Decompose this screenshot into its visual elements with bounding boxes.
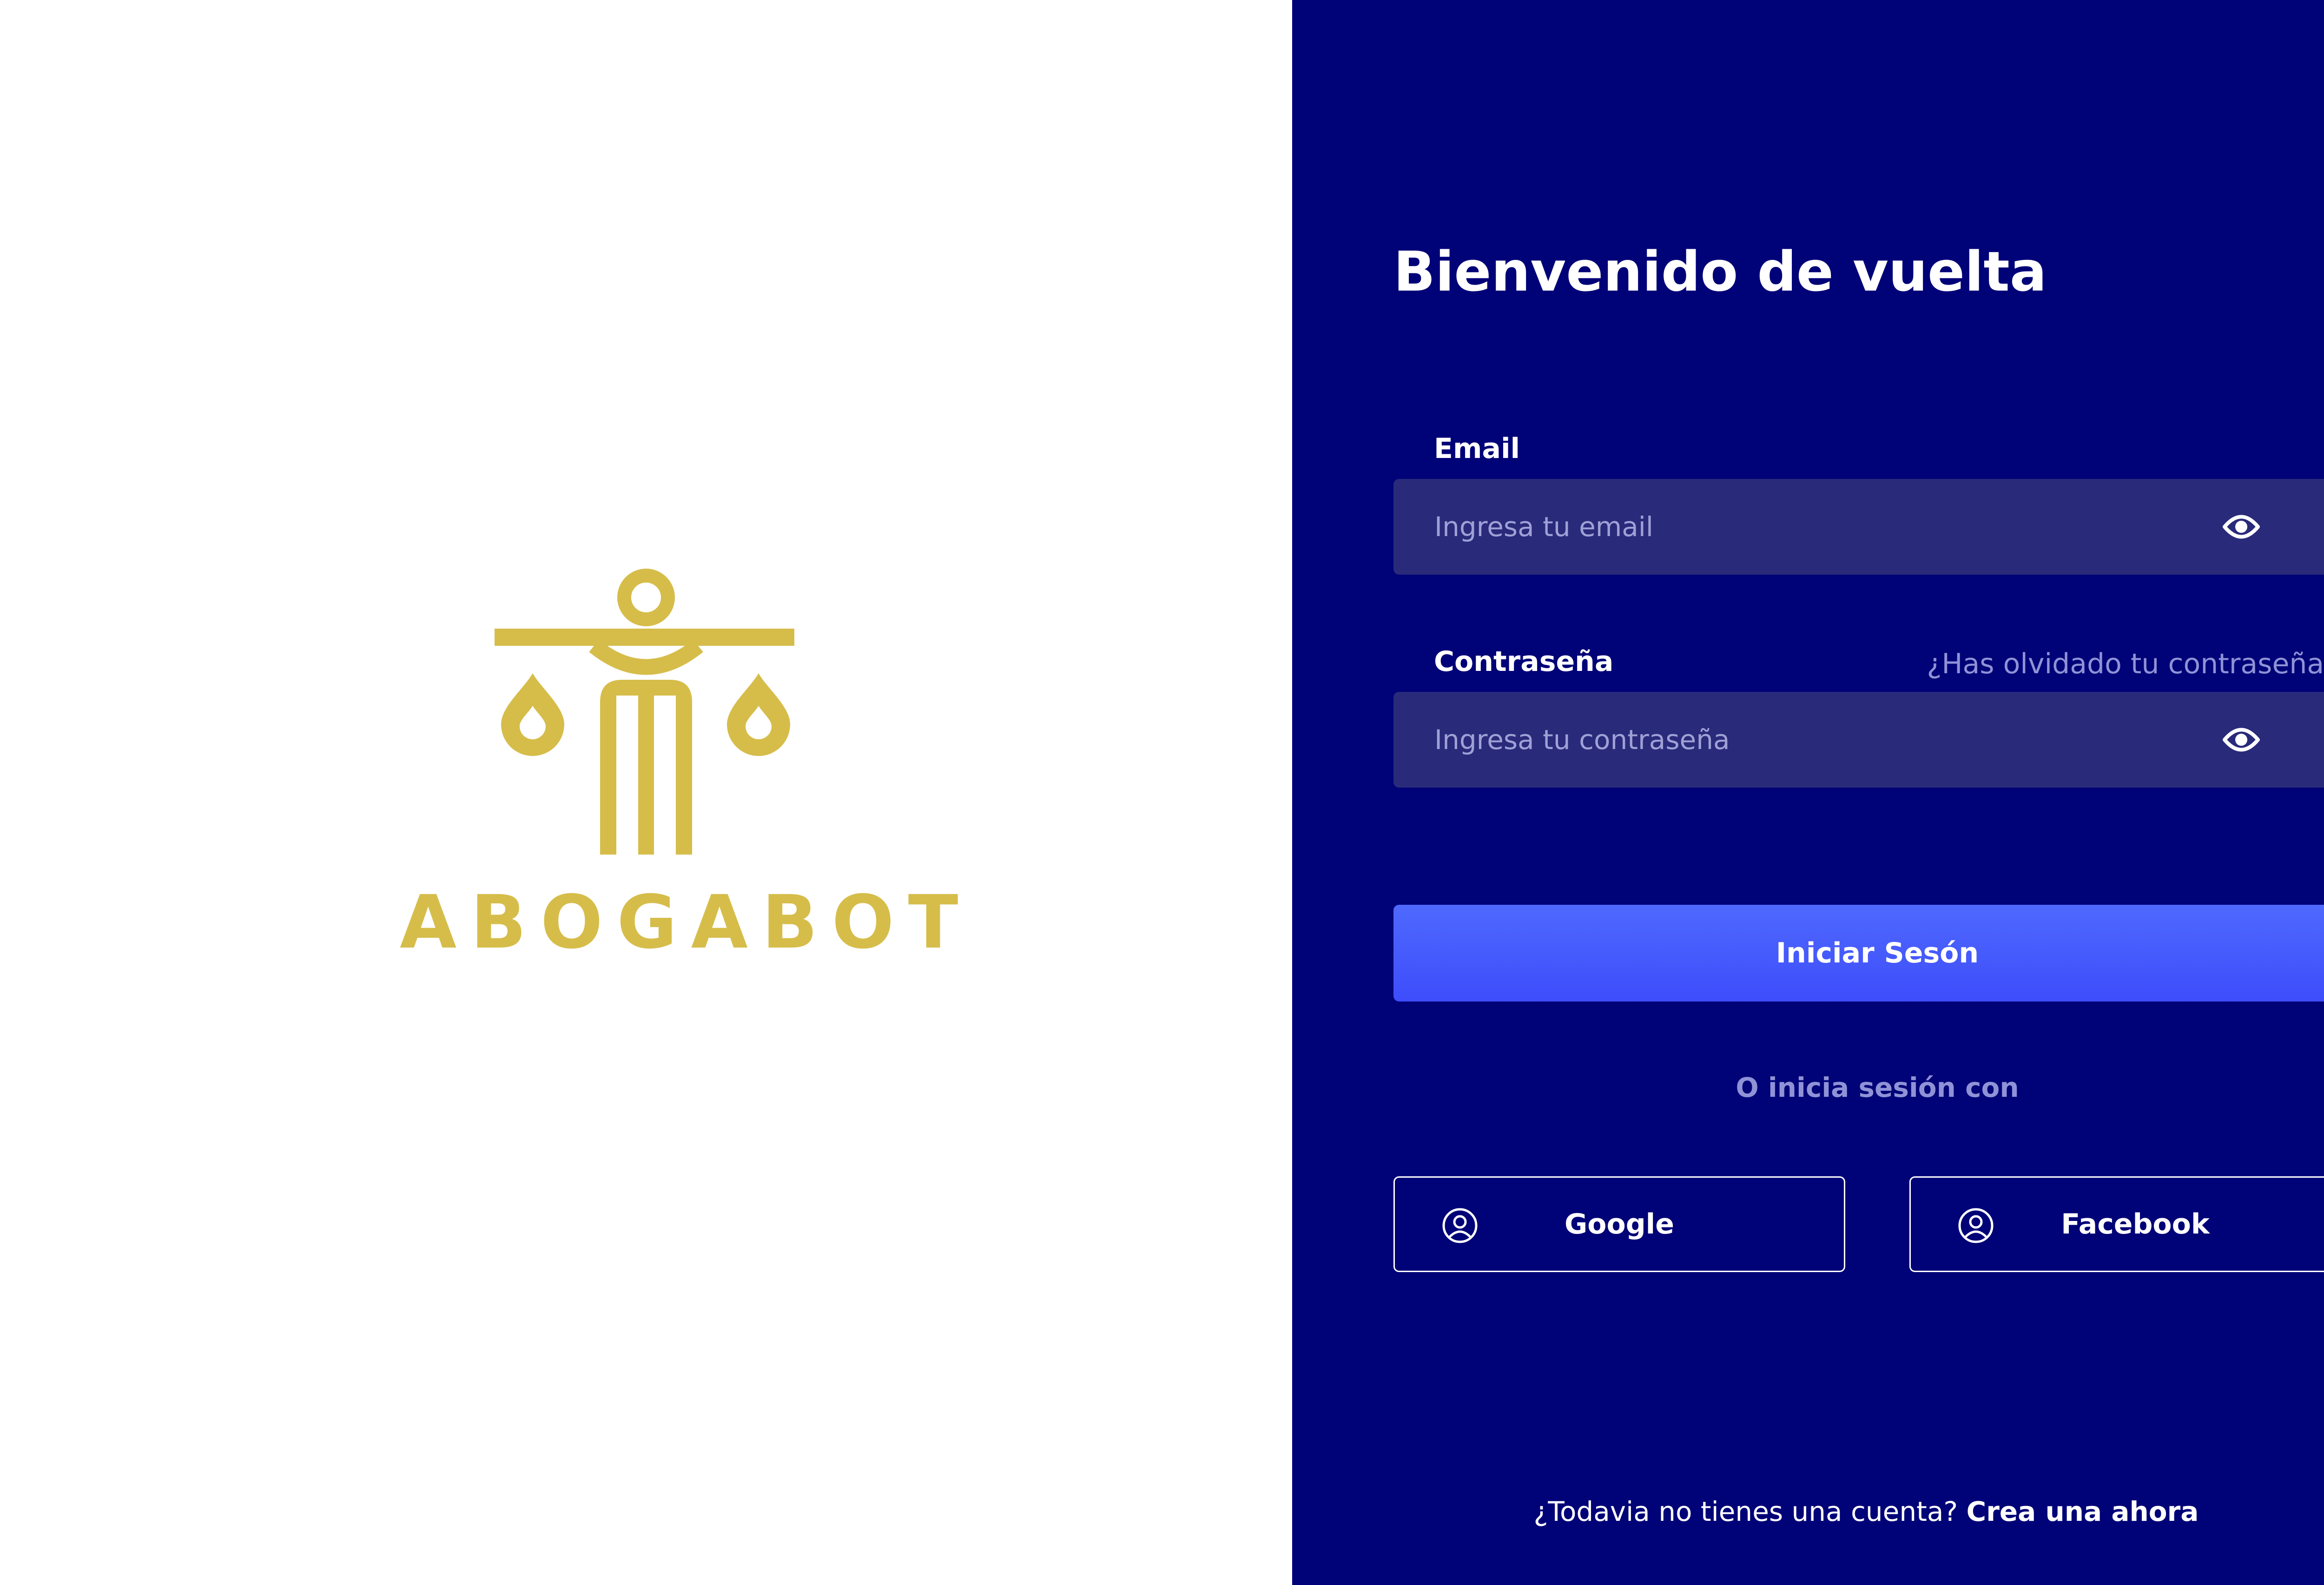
facebook-login-label: Facebook (2061, 1208, 2210, 1240)
signup-prompt-row: ¿Todavia no tienes una cuenta? Crea una … (1292, 1498, 2324, 1525)
forgot-password-link[interactable]: ¿Has olvidado tu contraseña? (1927, 650, 2324, 678)
alt-login-text: O inicia sesión con (1736, 1072, 2019, 1103)
signup-link[interactable]: Crea una ahora (1967, 1496, 2199, 1527)
password-field-container (1393, 692, 2324, 788)
facebook-login-button[interactable]: Facebook (1909, 1176, 2324, 1272)
email-label: Email (1434, 432, 1520, 465)
signup-prompt: ¿Todavia no tienes una cuenta? (1533, 1496, 1958, 1527)
eye-icon[interactable] (2223, 511, 2260, 543)
google-login-button[interactable]: Google (1393, 1176, 1845, 1272)
password-field[interactable] (1434, 692, 2178, 788)
google-login-label: Google (1565, 1208, 1674, 1240)
password-label: Contraseña (1434, 645, 1614, 678)
email-field-container (1393, 479, 2324, 575)
brand-panel: ABOGABOT (0, 0, 1292, 1585)
email-field[interactable] (1434, 479, 2178, 575)
abogabot-logo (495, 569, 794, 855)
brand-wordmark: ABOGABOT (400, 880, 972, 965)
login-panel: Bienvenido de vuelta Email Contraseña ¿H… (1292, 0, 2324, 1585)
page-title: Bienvenido de vuelta (1393, 239, 2047, 304)
login-button[interactable]: Iniciar Sesón (1393, 905, 2324, 1001)
eye-icon[interactable] (2223, 723, 2260, 756)
